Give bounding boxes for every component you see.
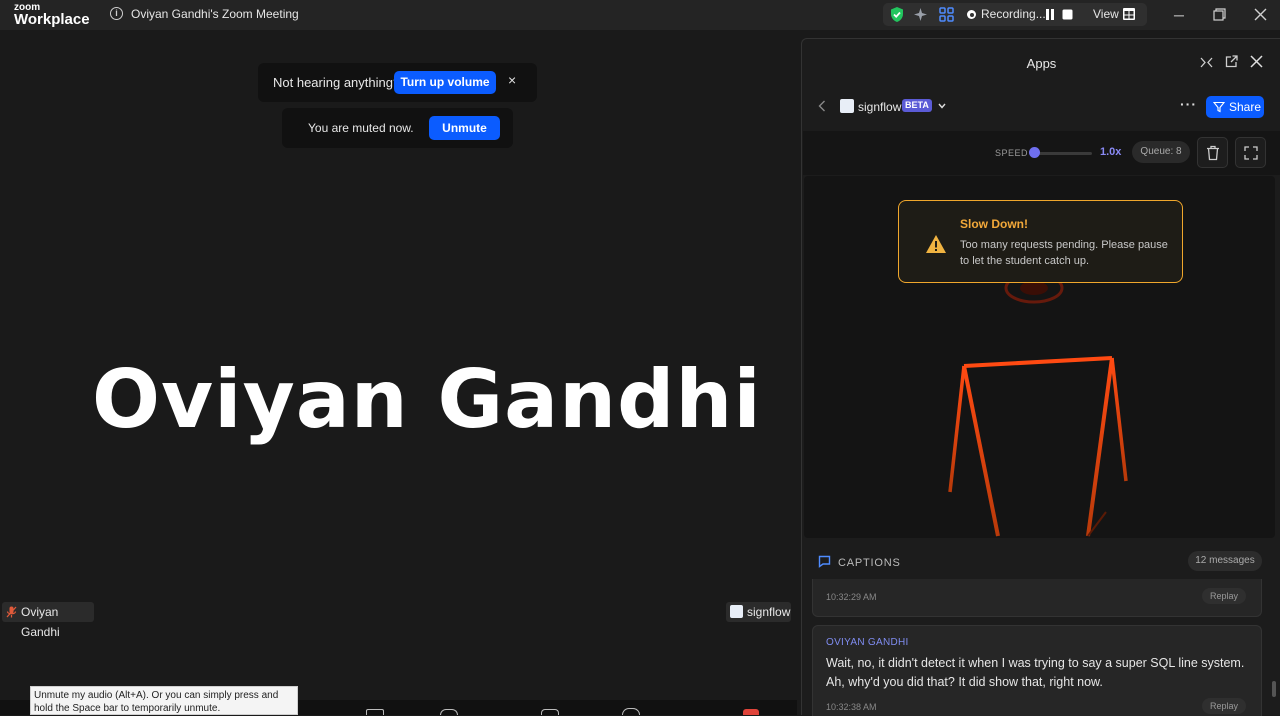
- beta-badge: BETA: [902, 99, 932, 112]
- caption-timestamp: 10:32:38 AM: [826, 702, 877, 712]
- app-name-tag-label: signflow: [747, 605, 791, 619]
- caption-text: Wait, no, it didn't detect it when I was…: [826, 656, 1245, 689]
- stop-icon[interactable]: [1062, 9, 1073, 20]
- fullscreen-icon: [1244, 146, 1258, 160]
- toast-close-icon[interactable]: ×: [508, 72, 516, 88]
- alert-body: Too many requests pending. Please pause …: [960, 239, 1168, 267]
- speed-slider-handle[interactable]: [1029, 147, 1040, 158]
- replay-button[interactable]: Replay: [1202, 698, 1247, 714]
- slow-down-alert: Slow Down! Too many requests pending. Pl…: [898, 200, 1183, 283]
- app-name[interactable]: signflow: [858, 100, 901, 114]
- caption-speaker: OVIYAN GANDHI: [826, 637, 909, 648]
- warning-icon: [926, 235, 946, 253]
- share-button-label: Share: [1229, 100, 1262, 114]
- toolbar-share-icon[interactable]: [541, 709, 559, 715]
- muted-toast-text: You are muted now.: [308, 121, 414, 135]
- participant-name-display: Oviyan Gandhi: [92, 353, 762, 446]
- speed-label: SPEED: [995, 148, 1029, 158]
- speed-value: 1.0x: [1100, 146, 1122, 158]
- minimize-icon[interactable]: ─: [1169, 5, 1189, 25]
- meeting-status-group: Recording... View: [883, 3, 1147, 26]
- recording-dot-icon: [967, 10, 976, 19]
- captions-scrollbar[interactable]: [1272, 681, 1276, 697]
- pop-out-icon[interactable]: [1225, 55, 1238, 68]
- share-button[interactable]: Share: [1206, 96, 1264, 118]
- meeting-title: Oviyan Gandhi's Zoom Meeting: [131, 7, 299, 21]
- participant-name-tag-label: Oviyan Gandhi: [21, 605, 60, 639]
- trash-icon: [1207, 145, 1219, 161]
- signflow-logo-icon: [730, 605, 743, 618]
- fullscreen-button[interactable]: [1235, 137, 1266, 168]
- caption-item: 10:32:29 AM Replay: [812, 579, 1262, 617]
- apps-panel: Apps signflow BETA ··· Share SPEED 1.0x …: [801, 38, 1280, 716]
- toolbar-chat-icon[interactable]: [440, 709, 458, 715]
- title-bar: zoom Workplace i Oviyan Gandhi's Zoom Me…: [0, 0, 1280, 30]
- close-icon[interactable]: [1254, 8, 1267, 21]
- delete-button[interactable]: [1197, 137, 1228, 168]
- caption-bubble-icon: [818, 555, 831, 568]
- chevron-down-icon[interactable]: [938, 103, 946, 109]
- zoom-logo-workplace: Workplace: [14, 11, 90, 28]
- participant-name-tag: Oviyan Gandhi: [2, 602, 94, 639]
- back-chevron-icon[interactable]: [818, 100, 826, 112]
- filter-icon: [1213, 101, 1225, 113]
- shield-check-icon[interactable]: [889, 6, 905, 23]
- turn-up-volume-button[interactable]: Turn up volume: [394, 71, 496, 94]
- muted-toast: You are muted now. Unmute: [282, 108, 513, 148]
- unmute-button[interactable]: Unmute: [429, 116, 500, 140]
- grid-icon[interactable]: [1123, 8, 1135, 20]
- more-options-icon[interactable]: ···: [1180, 96, 1197, 112]
- captions-header: CAPTIONS 12 messages: [802, 544, 1280, 578]
- info-icon[interactable]: i: [110, 7, 123, 20]
- apps-icon[interactable]: [939, 7, 954, 22]
- replay-button[interactable]: Replay: [1202, 588, 1247, 604]
- signflow-logo-icon: [840, 99, 854, 113]
- mic-muted-icon: [6, 606, 17, 618]
- restore-icon[interactable]: [1213, 8, 1226, 21]
- message-count-badge: 12 messages: [1188, 551, 1262, 571]
- volume-toast: Not hearing anything? Turn up volume ×: [258, 63, 537, 102]
- pause-icon[interactable]: [1045, 9, 1055, 20]
- alert-title: Slow Down!: [960, 217, 1028, 231]
- caption-item: OVIYAN GANDHI Wait, no, it didn't detect…: [812, 625, 1262, 716]
- speed-slider-track[interactable]: [1034, 152, 1092, 155]
- captions-title: CAPTIONS: [838, 557, 901, 569]
- main-video-area: Oviyan Gandhi Not hearing anything? Turn…: [0, 35, 797, 700]
- toolbar-reactions-icon[interactable]: [622, 708, 640, 715]
- toolbar-end-icon[interactable]: [743, 709, 759, 715]
- recording-label: Recording...: [981, 7, 1046, 21]
- app-name-tag: signflow: [726, 602, 791, 622]
- sign-avatar-stage: Slow Down! Too many requests pending. Pl…: [804, 176, 1275, 538]
- volume-toast-text: Not hearing anything?: [273, 75, 401, 90]
- close-panel-icon[interactable]: [1250, 55, 1263, 68]
- speed-control-bar: SPEED 1.0x Queue: 8: [803, 131, 1280, 175]
- unmute-tooltip: Unmute my audio (Alt+A). Or you can simp…: [30, 686, 298, 715]
- view-button[interactable]: View: [1093, 7, 1119, 21]
- caption-timestamp: 10:32:29 AM: [826, 592, 877, 602]
- queue-badge: Queue: 8: [1132, 141, 1190, 163]
- collapse-icon[interactable]: [1200, 57, 1213, 68]
- sparkle-icon[interactable]: [913, 7, 928, 22]
- toolbar-participants-icon[interactable]: [366, 709, 384, 715]
